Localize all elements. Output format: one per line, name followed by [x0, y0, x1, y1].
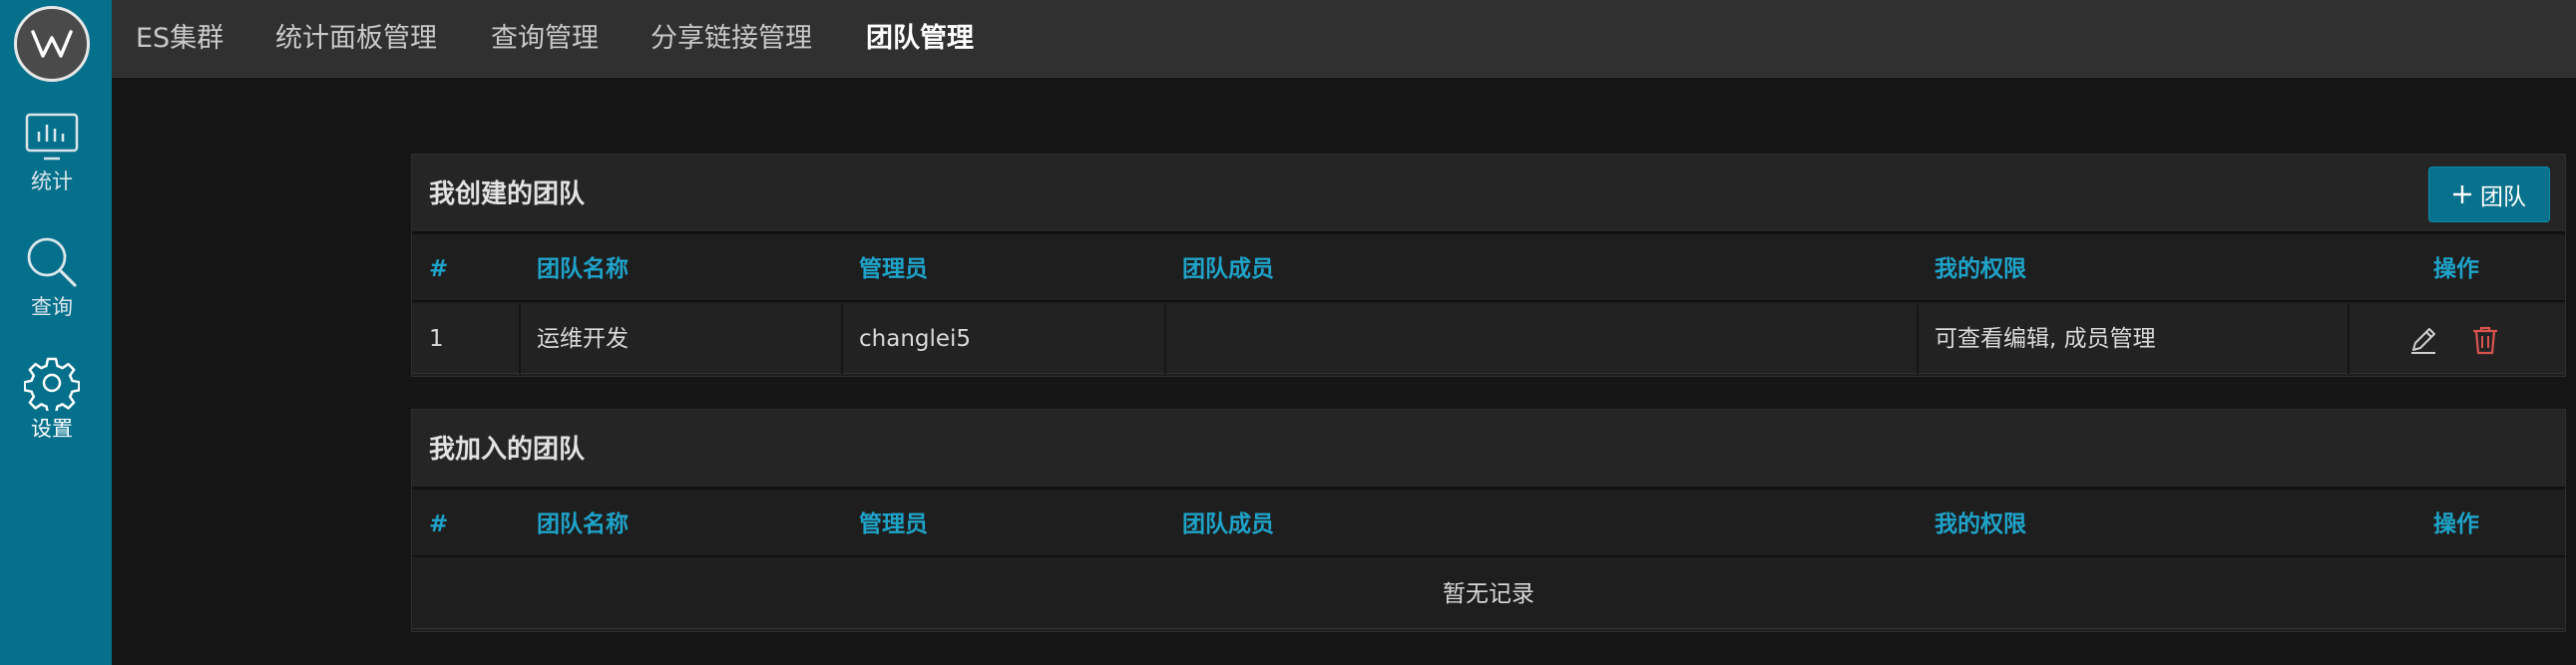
- plus-icon: [2453, 185, 2471, 203]
- column-header-team-name: 团队名称: [537, 256, 629, 282]
- panel-header: 我创建的团队 团队: [412, 155, 2565, 234]
- sidebar-item-label: 查询: [31, 295, 73, 319]
- logo-icon: [31, 30, 73, 58]
- sidebar-item-label: 设置: [31, 417, 73, 441]
- table-header: # 团队名称 管理员 团队成员 我的权限 操作: [412, 492, 2565, 557]
- search-icon: [27, 237, 77, 287]
- add-team-label: 团队: [2480, 184, 2526, 210]
- pencil-icon: [2411, 328, 2435, 354]
- nav-es-cluster[interactable]: ES集群: [136, 0, 223, 78]
- column-header-admin: 管理员: [859, 511, 928, 537]
- column-divider: [841, 304, 843, 374]
- cell-admin: changlei5: [859, 326, 972, 352]
- sidebar-item-stats[interactable]: 统计: [0, 112, 104, 195]
- cell-permission: 可查看编辑, 成员管理: [1934, 326, 2156, 352]
- joined-teams-panel: 我加入的团队 # 团队名称 管理员 团队成员 我的权限 操作 暂无记录: [411, 409, 2566, 632]
- table-header: # 团队名称 管理员 团队成员 我的权限 操作: [412, 236, 2565, 302]
- cell-team-name: 运维开发: [537, 326, 629, 352]
- panel-header: 我加入的团队: [412, 410, 2565, 490]
- top-navbar: ES集群 统计面板管理 查询管理 分享链接管理 团队管理: [112, 0, 2576, 78]
- panel-title: 我加入的团队: [429, 435, 586, 465]
- column-divider: [1917, 304, 1919, 374]
- sidebar-item-label: 统计: [31, 169, 73, 193]
- trash-icon: [2473, 326, 2497, 355]
- delete-button[interactable]: [2469, 324, 2501, 356]
- column-divider: [2348, 304, 2350, 374]
- nav-team-management[interactable]: 团队管理: [866, 0, 974, 78]
- nav-query-management[interactable]: 查询管理: [491, 0, 599, 78]
- gear-icon: [24, 357, 80, 411]
- nav-share-link-management[interactable]: 分享链接管理: [650, 0, 812, 78]
- column-header-admin: 管理员: [859, 256, 928, 282]
- column-header-index: #: [429, 256, 449, 282]
- column-header-members: 团队成员: [1182, 256, 1274, 282]
- sidebar-item-query[interactable]: 查询: [0, 233, 104, 321]
- sidebar: 统计 查询 设置: [0, 0, 112, 665]
- panel-title: 我创建的团队: [429, 179, 586, 209]
- nav-dashboard-management[interactable]: 统计面板管理: [275, 0, 437, 78]
- chart-monitor-icon: [25, 113, 79, 161]
- created-teams-panel: 我创建的团队 团队 # 团队名称 管理员 团队成员 我的权限 操作 1 运维开发…: [411, 154, 2566, 377]
- column-divider: [1164, 304, 1166, 374]
- column-header-members: 团队成员: [1182, 511, 1274, 537]
- column-header-permission: 我的权限: [1934, 256, 2026, 282]
- table-row: 1 运维开发 changlei5 可查看编辑, 成员管理: [412, 304, 2565, 374]
- column-header-permission: 我的权限: [1934, 511, 2026, 537]
- column-header-team-name: 团队名称: [537, 511, 629, 537]
- cell-index: 1: [429, 326, 444, 352]
- empty-state-text: 暂无记录: [412, 559, 2565, 629]
- column-header-actions: 操作: [2433, 256, 2479, 282]
- column-header-actions: 操作: [2433, 511, 2479, 537]
- column-header-index: #: [429, 511, 449, 537]
- column-divider: [519, 304, 521, 374]
- edit-button[interactable]: [2407, 324, 2439, 356]
- sidebar-item-settings[interactable]: 设置: [0, 355, 104, 443]
- add-team-button[interactable]: 团队: [2428, 166, 2550, 222]
- app-logo[interactable]: [14, 6, 90, 82]
